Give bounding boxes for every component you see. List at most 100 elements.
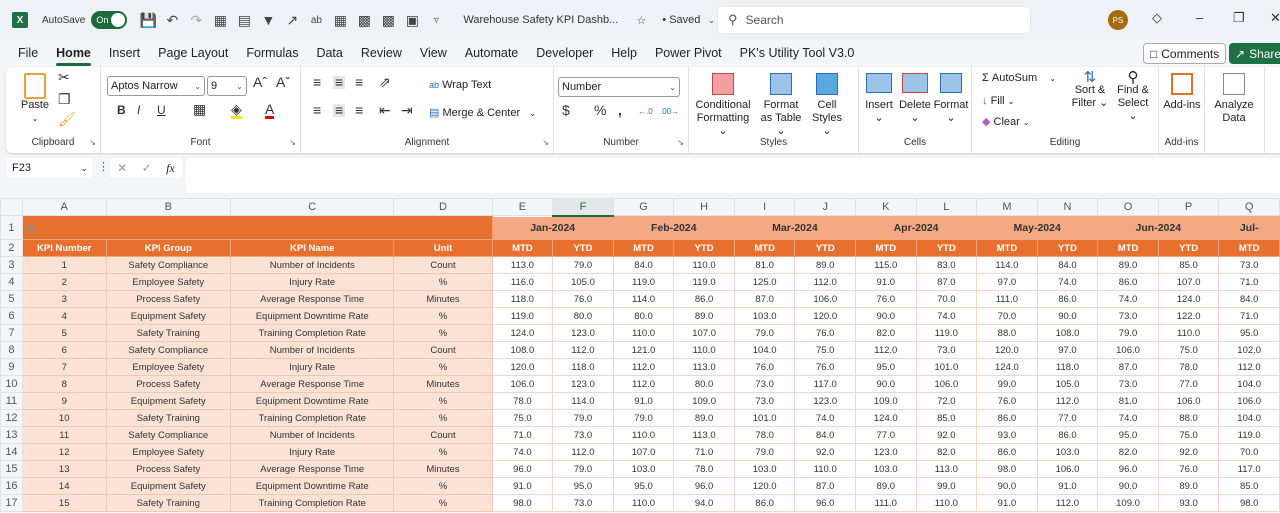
value-cell[interactable]: 76.0 [794,358,856,376]
kpi-name-cell[interactable]: Number of Incidents [230,341,395,359]
value-cell[interactable]: 79.0 [612,409,675,427]
value-cell[interactable]: 79.0 [552,460,614,478]
align-top-icon[interactable]: ≡ [313,75,321,89]
value-cell[interactable]: 106.0 [794,290,856,308]
value-cell[interactable]: 87.0 [733,290,796,308]
value-cell[interactable]: 73.0 [552,494,614,512]
value-cell[interactable]: 111.0 [855,494,917,512]
column-header-o[interactable]: O [1097,198,1159,216]
column-header-c[interactable]: C [230,198,395,216]
value-cell[interactable]: 90.0 [855,307,917,325]
value-cell[interactable]: 101.0 [733,409,796,427]
value-cell[interactable]: 91.0 [612,392,675,410]
value-cell[interactable]: 109.0 [673,392,735,410]
formula-input[interactable] [186,158,1280,193]
value-cell[interactable]: 112.0 [855,341,917,359]
value-cell[interactable]: 92.0 [915,426,978,444]
minimize-icon[interactable]: – [1196,10,1203,25]
value-cell[interactable]: 103.0 [733,460,796,478]
value-cell[interactable]: 74.0 [794,409,856,427]
calculator2-icon[interactable]: ▩ [377,9,399,31]
value-cell[interactable]: 87.0 [915,273,978,291]
value-cell[interactable]: 85.0 [915,409,978,427]
value-cell[interactable]: 86.0 [1036,426,1099,444]
value-cell[interactable]: 112.0 [552,443,614,461]
value-cell[interactable]: 74.0 [1097,290,1159,308]
value-cell[interactable]: 98.0 [1218,494,1280,512]
value-cell[interactable]: 88.0 [1157,409,1220,427]
kpi-name-cell[interactable]: Equipment Downtime Rate [230,477,395,495]
value-cell[interactable]: 104.0 [1218,375,1280,393]
value-cell[interactable]: 106.0 [1218,392,1280,410]
font-name-select[interactable]: Aptos Narrow ⌄ [107,76,205,96]
value-cell[interactable]: 80.0 [612,307,675,325]
value-cell[interactable]: 79.0 [733,443,796,461]
kpi-group-cell[interactable]: Safety Training [105,409,232,427]
insert-function-icon[interactable]: fx [166,161,175,176]
kpi-number-cell[interactable]: 8 [21,375,107,393]
unit-cell[interactable]: Count [393,426,493,444]
home-cell[interactable]: ⌂ [21,215,493,240]
kpi-group-cell[interactable]: Equipment Safety [105,392,232,410]
value-cell[interactable]: 101.0 [915,358,978,376]
row-header[interactable]: 2 [0,239,23,257]
addins-button[interactable]: Add-ins [1161,73,1203,112]
value-cell[interactable]: 96.0 [491,460,554,478]
value-cell[interactable]: 95.0 [552,477,614,495]
table-icon[interactable]: ▦ [329,9,351,31]
borders-icon[interactable]: ▦ [209,9,231,31]
customize-qat-icon[interactable]: ▿ [425,9,447,31]
value-cell[interactable]: 106.0 [915,375,978,393]
value-cell[interactable]: 79.0 [733,324,796,342]
spelling-icon[interactable]: ab [305,9,327,31]
value-cell[interactable]: 112.0 [794,273,856,291]
value-cell[interactable]: 103.0 [733,307,796,325]
value-cell[interactable]: 117.0 [794,375,856,393]
unit-cell[interactable]: % [393,409,493,427]
autosave-toggle[interactable]: On [91,11,128,29]
value-cell[interactable]: 77.0 [1157,375,1220,393]
value-cell[interactable]: 91.0 [855,273,917,291]
column-title[interactable]: KPI Group [105,239,232,257]
align-bottom-icon[interactable]: ≡ [355,75,363,89]
tab-page-layout[interactable]: Page Layout [158,42,228,64]
more-options-icon[interactable]: ⋮ [98,160,109,173]
value-cell[interactable]: 75.0 [1157,341,1220,359]
search-box[interactable]: ⚲ Search [718,7,1030,33]
value-cell[interactable]: 89.0 [673,409,735,427]
value-cell[interactable]: 90.0 [1036,307,1099,325]
kpi-group-cell[interactable]: Equipment Safety [105,477,232,495]
value-cell[interactable]: 76.0 [794,324,856,342]
column-header-a[interactable]: A [21,198,107,216]
kpi-group-cell[interactable]: Safety Compliance [105,426,232,444]
value-cell[interactable]: 119.0 [491,307,554,325]
month-header[interactable]: Jun-2024 [1097,215,1220,240]
value-cell[interactable]: 110.0 [915,494,978,512]
enter-icon[interactable]: ✓ [142,161,152,175]
value-cell[interactable]: 102.0 [1218,341,1280,359]
value-cell[interactable]: 95.0 [1097,426,1159,444]
value-cell[interactable]: 99.0 [976,375,1038,393]
kpi-name-cell[interactable]: Number of Incidents [230,426,395,444]
value-cell[interactable]: 112.0 [612,358,675,376]
value-cell[interactable]: 113.0 [491,256,554,274]
row-header[interactable]: 13 [0,426,23,444]
value-cell[interactable]: 87.0 [1097,358,1159,376]
increase-indent-icon[interactable]: ⇥ [401,103,413,117]
kpi-name-cell[interactable]: Average Response Time [230,375,395,393]
kpi-group-cell[interactable]: Safety Training [105,324,232,342]
value-cell[interactable]: 104.0 [733,341,796,359]
column-header-h[interactable]: H [673,198,735,216]
value-cell[interactable]: 116.0 [491,273,554,291]
value-cell[interactable]: 112.0 [1036,392,1099,410]
value-cell[interactable]: 86.0 [976,409,1038,427]
value-cell[interactable]: 103.0 [855,460,917,478]
value-cell[interactable]: 86.0 [733,494,796,512]
unit-cell[interactable]: Count [393,256,493,274]
value-cell[interactable]: 105.0 [552,273,614,291]
column-header-g[interactable]: G [612,198,675,216]
value-cell[interactable]: 82.0 [1097,443,1159,461]
sub-header[interactable]: YTD [1036,239,1099,257]
column-header-n[interactable]: N [1036,198,1099,216]
align-left-icon[interactable]: ≡ [313,103,321,117]
